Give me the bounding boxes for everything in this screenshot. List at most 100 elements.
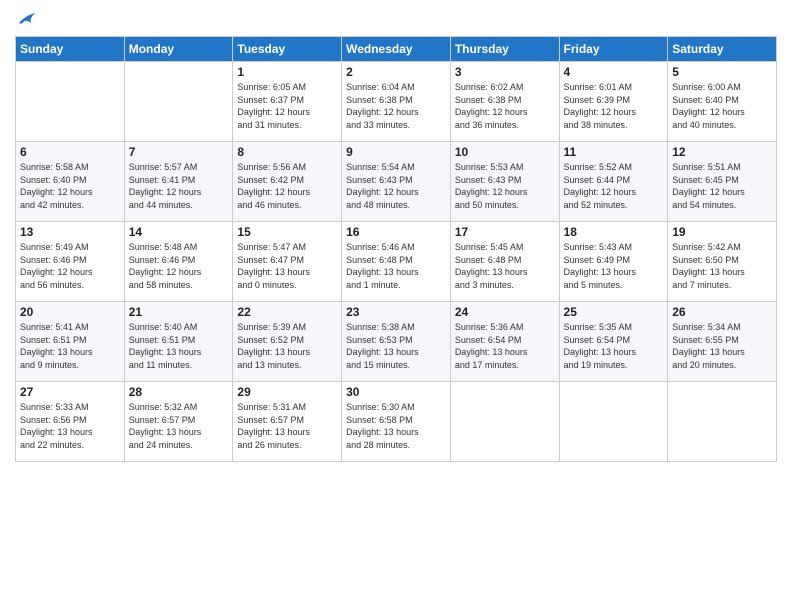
day-info: Sunrise: 5:30 AM Sunset: 6:58 PM Dayligh… (346, 401, 446, 451)
calendar-cell (124, 62, 233, 142)
calendar-cell: 16 Sunrise: 5:46 AM Sunset: 6:48 PM Dayli… (342, 222, 451, 302)
day-number: 16 (346, 225, 446, 239)
day-number: 17 (455, 225, 555, 239)
calendar-cell: 11 Sunrise: 5:52 AM Sunset: 6:44 PM Dayli… (559, 142, 668, 222)
day-info: Sunrise: 5:45 AM Sunset: 6:48 PM Dayligh… (455, 241, 555, 291)
day-number: 5 (672, 65, 772, 79)
calendar-cell: 26Sunrise: 5:34 AM Sunset: 6:55 PM Dayli… (668, 302, 777, 382)
day-number: 29 (237, 385, 337, 399)
day-info: Sunrise: 5:36 AM Sunset: 6:54 PM Dayligh… (455, 321, 555, 371)
day-info: Sunrise: 6:01 AM Sunset: 6:39 PM Dayligh… (564, 81, 664, 131)
day-number: 18 (564, 225, 664, 239)
day-number: 3 (455, 65, 555, 79)
day-info: Sunrise: 6:04 AM Sunset: 6:38 PM Dayligh… (346, 81, 446, 131)
day-number: 10 (455, 145, 555, 159)
day-number: 9 (346, 145, 446, 159)
calendar-cell: 22 Sunrise: 5:39 AM Sunset: 6:52 PM Dayli… (233, 302, 342, 382)
day-info: Sunrise: 5:47 AM Sunset: 6:47 PM Dayligh… (237, 241, 337, 291)
logo-bird-icon (17, 10, 35, 28)
day-info: Sunrise: 5:42 AM Sunset: 6:50 PM Dayligh… (672, 241, 772, 291)
calendar-cell: 8 Sunrise: 5:56 AM Sunset: 6:42 PM Daylig… (233, 142, 342, 222)
calendar-cell: 30 Sunrise: 5:30 AM Sunset: 6:58 PM Dayli… (342, 382, 451, 462)
header (15, 10, 777, 28)
calendar-table: SundayMondayTuesdayWednesdayThursdayFrid… (15, 36, 777, 462)
day-info: Sunrise: 5:51 AM Sunset: 6:45 PM Dayligh… (672, 161, 772, 211)
calendar-cell: 25 Sunrise: 5:35 AM Sunset: 6:54 PM Dayli… (559, 302, 668, 382)
weekday-header-friday: Friday (559, 37, 668, 62)
day-info: Sunrise: 5:48 AM Sunset: 6:46 PM Dayligh… (129, 241, 229, 291)
calendar-cell: 1Sunrise: 6:05 AM Sunset: 6:37 PM Daylig… (233, 62, 342, 142)
day-number: 23 (346, 305, 446, 319)
weekday-header-sunday: Sunday (16, 37, 125, 62)
day-number: 2 (346, 65, 446, 79)
calendar-cell: 10 Sunrise: 5:53 AM Sunset: 6:43 PM Dayli… (450, 142, 559, 222)
day-info: Sunrise: 5:56 AM Sunset: 6:42 PM Dayligh… (237, 161, 337, 211)
calendar-cell: 15 Sunrise: 5:47 AM Sunset: 6:47 PM Dayli… (233, 222, 342, 302)
calendar-week-row: 6 Sunrise: 5:58 AM Sunset: 6:40 PM Daylig… (16, 142, 777, 222)
day-number: 22 (237, 305, 337, 319)
calendar-cell: 7 Sunrise: 5:57 AM Sunset: 6:41 PM Daylig… (124, 142, 233, 222)
weekday-header-row: SundayMondayTuesdayWednesdayThursdayFrid… (16, 37, 777, 62)
calendar-cell: 29Sunrise: 5:31 AM Sunset: 6:57 PM Dayli… (233, 382, 342, 462)
day-info: Sunrise: 5:41 AM Sunset: 6:51 PM Dayligh… (20, 321, 120, 371)
day-info: Sunrise: 5:35 AM Sunset: 6:54 PM Dayligh… (564, 321, 664, 371)
calendar-cell (668, 382, 777, 462)
calendar-cell: 23 Sunrise: 5:38 AM Sunset: 6:53 PM Dayli… (342, 302, 451, 382)
day-info: Sunrise: 5:38 AM Sunset: 6:53 PM Dayligh… (346, 321, 446, 371)
calendar-cell: 18 Sunrise: 5:43 AM Sunset: 6:49 PM Dayli… (559, 222, 668, 302)
day-info: Sunrise: 5:49 AM Sunset: 6:46 PM Dayligh… (20, 241, 120, 291)
calendar-cell: 20 Sunrise: 5:41 AM Sunset: 6:51 PM Dayli… (16, 302, 125, 382)
day-info: Sunrise: 5:53 AM Sunset: 6:43 PM Dayligh… (455, 161, 555, 211)
weekday-header-thursday: Thursday (450, 37, 559, 62)
day-info: Sunrise: 5:34 AM Sunset: 6:55 PM Dayligh… (672, 321, 772, 371)
day-number: 14 (129, 225, 229, 239)
day-number: 4 (564, 65, 664, 79)
day-info: Sunrise: 5:33 AM Sunset: 6:56 PM Dayligh… (20, 401, 120, 451)
calendar-cell: 27 Sunrise: 5:33 AM Sunset: 6:56 PM Dayli… (16, 382, 125, 462)
day-number: 30 (346, 385, 446, 399)
calendar-week-row: 1Sunrise: 6:05 AM Sunset: 6:37 PM Daylig… (16, 62, 777, 142)
calendar-cell: 3 Sunrise: 6:02 AM Sunset: 6:38 PM Daylig… (450, 62, 559, 142)
calendar-week-row: 13 Sunrise: 5:49 AM Sunset: 6:46 PM Dayli… (16, 222, 777, 302)
day-number: 20 (20, 305, 120, 319)
day-info: Sunrise: 5:54 AM Sunset: 6:43 PM Dayligh… (346, 161, 446, 211)
calendar-cell: 9 Sunrise: 5:54 AM Sunset: 6:43 PM Daylig… (342, 142, 451, 222)
calendar-cell: 6 Sunrise: 5:58 AM Sunset: 6:40 PM Daylig… (16, 142, 125, 222)
day-number: 27 (20, 385, 120, 399)
day-info: Sunrise: 5:52 AM Sunset: 6:44 PM Dayligh… (564, 161, 664, 211)
calendar-cell (16, 62, 125, 142)
day-number: 13 (20, 225, 120, 239)
day-info: Sunrise: 5:58 AM Sunset: 6:40 PM Dayligh… (20, 161, 120, 211)
day-info: Sunrise: 5:57 AM Sunset: 6:41 PM Dayligh… (129, 161, 229, 211)
day-number: 8 (237, 145, 337, 159)
calendar-cell: 5Sunrise: 6:00 AM Sunset: 6:40 PM Daylig… (668, 62, 777, 142)
calendar-cell: 17 Sunrise: 5:45 AM Sunset: 6:48 PM Dayli… (450, 222, 559, 302)
day-info: Sunrise: 6:02 AM Sunset: 6:38 PM Dayligh… (455, 81, 555, 131)
day-number: 28 (129, 385, 229, 399)
calendar-cell: 2 Sunrise: 6:04 AM Sunset: 6:38 PM Daylig… (342, 62, 451, 142)
calendar-week-row: 20 Sunrise: 5:41 AM Sunset: 6:51 PM Dayli… (16, 302, 777, 382)
day-number: 12 (672, 145, 772, 159)
calendar-cell: 14 Sunrise: 5:48 AM Sunset: 6:46 PM Dayli… (124, 222, 233, 302)
day-info: Sunrise: 5:39 AM Sunset: 6:52 PM Dayligh… (237, 321, 337, 371)
calendar-week-row: 27 Sunrise: 5:33 AM Sunset: 6:56 PM Dayli… (16, 382, 777, 462)
calendar-cell: 4 Sunrise: 6:01 AM Sunset: 6:39 PM Daylig… (559, 62, 668, 142)
day-number: 25 (564, 305, 664, 319)
day-number: 6 (20, 145, 120, 159)
weekday-header-monday: Monday (124, 37, 233, 62)
day-info: Sunrise: 6:05 AM Sunset: 6:37 PM Dayligh… (237, 81, 337, 131)
day-number: 24 (455, 305, 555, 319)
day-number: 11 (564, 145, 664, 159)
calendar-cell (559, 382, 668, 462)
weekday-header-saturday: Saturday (668, 37, 777, 62)
day-number: 19 (672, 225, 772, 239)
page: SundayMondayTuesdayWednesdayThursdayFrid… (0, 0, 792, 612)
day-number: 21 (129, 305, 229, 319)
day-info: Sunrise: 5:46 AM Sunset: 6:48 PM Dayligh… (346, 241, 446, 291)
day-info: Sunrise: 5:43 AM Sunset: 6:49 PM Dayligh… (564, 241, 664, 291)
day-number: 7 (129, 145, 229, 159)
calendar-cell: 24 Sunrise: 5:36 AM Sunset: 6:54 PM Dayli… (450, 302, 559, 382)
day-number: 15 (237, 225, 337, 239)
calendar-cell (450, 382, 559, 462)
weekday-header-tuesday: Tuesday (233, 37, 342, 62)
